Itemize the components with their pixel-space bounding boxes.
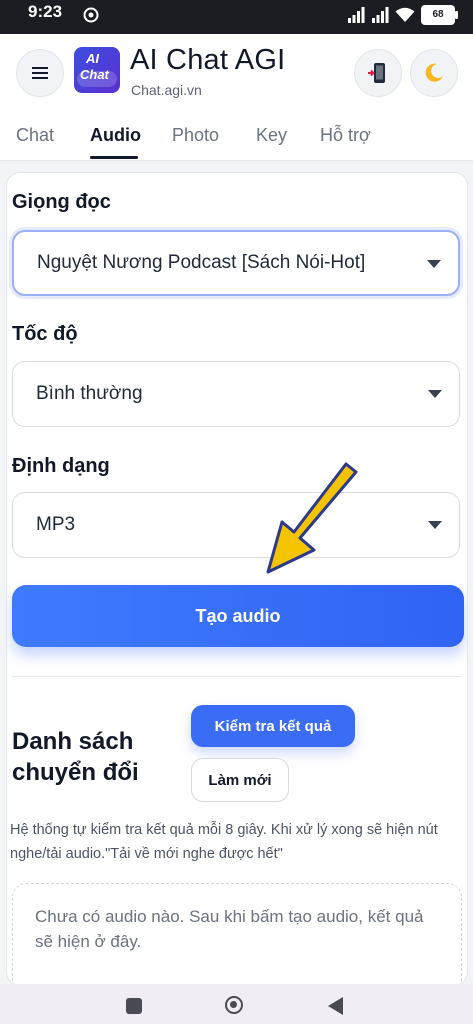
- voice-select[interactable]: Nguyệt Nương Podcast [Sách Nói-Hot]: [12, 230, 460, 296]
- recent-apps-icon[interactable]: [126, 998, 142, 1014]
- moon-icon: [425, 63, 443, 82]
- menu-icon: [32, 67, 48, 79]
- check-results-button[interactable]: Kiểm tra kết quả: [191, 705, 355, 747]
- tab-support[interactable]: Hỗ trợ: [320, 125, 371, 146]
- chevron-down-icon: [428, 521, 442, 529]
- create-audio-button[interactable]: Tạo audio: [12, 585, 464, 647]
- system-nav-bar: [0, 984, 473, 1024]
- phone-transfer-icon: [368, 63, 385, 83]
- logo-text-2: Chat: [80, 67, 109, 82]
- chevron-down-icon: [427, 260, 441, 268]
- refresh-button[interactable]: Làm mới: [191, 758, 289, 802]
- speed-select[interactable]: Bình thường: [12, 361, 460, 427]
- app-title: AI Chat AGI: [130, 44, 286, 76]
- tab-audio[interactable]: Audio: [90, 125, 141, 146]
- auto-check-note: Hệ thống tự kiểm tra kết quả mỗi 8 giây.…: [10, 822, 438, 862]
- conversion-list-title: Danh sách chuyển đổi: [12, 728, 139, 786]
- format-select[interactable]: MP3: [12, 492, 460, 558]
- tab-bar: Chat Audio Photo Key Hỗ trợ: [0, 119, 473, 160]
- wifi-icon: [395, 7, 415, 22]
- dark-mode-button[interactable]: [410, 49, 458, 97]
- tab-photo[interactable]: Photo: [172, 125, 219, 146]
- back-icon[interactable]: [328, 997, 343, 1015]
- status-bar: 9:23 68: [0, 0, 473, 34]
- battery-icon: 68: [421, 5, 458, 25]
- speed-select-value: Bình thường: [36, 383, 143, 404]
- voice-label: Giọng đọc: [12, 191, 111, 213]
- speed-label: Tốc độ: [12, 323, 78, 345]
- chevron-down-icon: [428, 390, 442, 398]
- home-icon[interactable]: [225, 996, 243, 1014]
- chrome-notification-icon: [83, 7, 99, 23]
- divider: [12, 676, 462, 677]
- install-app-button[interactable]: [354, 49, 402, 97]
- format-label: Định dạng: [12, 455, 110, 477]
- tab-key[interactable]: Key: [256, 125, 287, 146]
- empty-audio-list: Chưa có audio nào. Sau khi bấm tạo audio…: [12, 883, 462, 985]
- audio-panel: Giọng đọc Nguyệt Nương Podcast [Sách Nói…: [6, 172, 468, 986]
- signal-icon-2: [372, 7, 389, 23]
- active-tab-indicator: [90, 156, 138, 159]
- app-logo: AI Chat: [74, 47, 120, 93]
- status-right: 68: [347, 5, 458, 25]
- status-time: 9:23: [28, 2, 63, 21]
- voice-select-value: Nguyệt Nương Podcast [Sách Nói-Hot]: [37, 252, 366, 273]
- logo-text-1: AI: [86, 51, 99, 66]
- format-select-value: MP3: [36, 514, 76, 535]
- app-domain: Chat.agi.vn: [131, 82, 202, 98]
- menu-button[interactable]: [16, 49, 64, 97]
- app-header: AI Chat AI Chat AGI Chat.agi.vn Chat Aud…: [0, 34, 473, 161]
- pointer-arrow-icon: [266, 462, 358, 574]
- tab-chat[interactable]: Chat: [16, 125, 54, 146]
- signal-icon: [348, 7, 365, 23]
